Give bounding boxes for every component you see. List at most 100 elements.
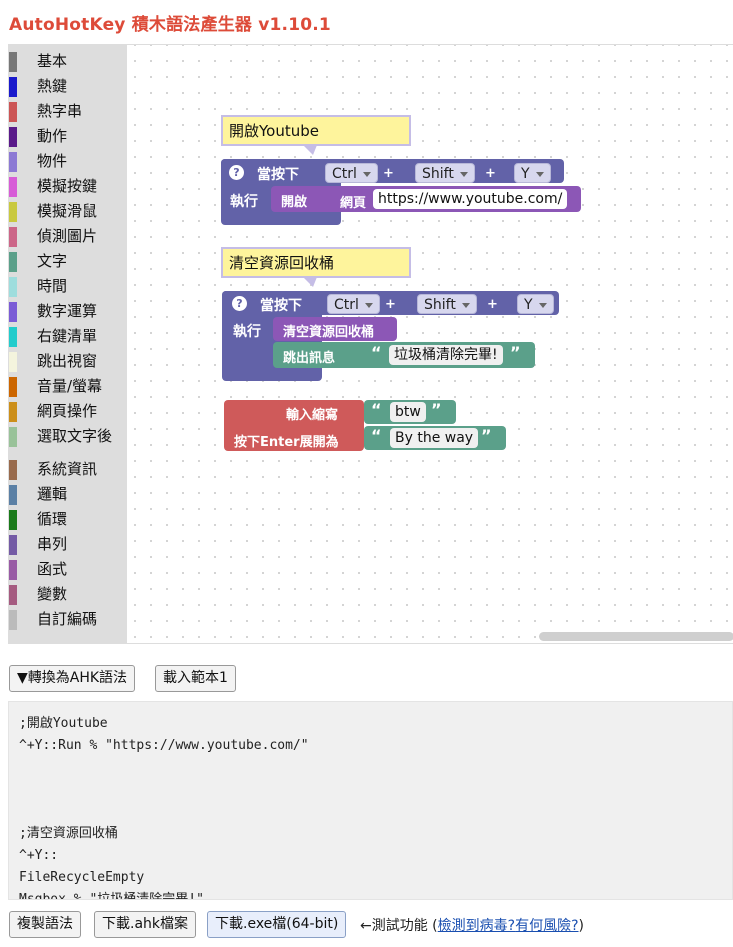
message-text-field[interactable]: 垃圾桶清除完畢! <box>389 345 503 365</box>
url-field[interactable]: https://www.youtube.com/ <box>373 189 568 209</box>
expand-label: 按下Enter展開為 <box>234 435 339 450</box>
category-color-swatch <box>9 177 17 197</box>
plus-sign: + <box>487 297 498 312</box>
empty-recycle-bin-label: 清空資源回收桶 <box>283 325 375 340</box>
abbreviation-field[interactable]: btw <box>390 402 426 422</box>
toolbox-category[interactable]: 變數 <box>9 582 127 607</box>
comment-bubble-youtube[interactable]: 開啟Youtube <box>221 115 411 155</box>
expansion-field[interactable]: By the way <box>390 428 479 448</box>
close-quote: ” <box>510 343 521 362</box>
toolbox-category-label: 網頁操作 <box>37 402 98 420</box>
category-color-swatch <box>9 227 17 247</box>
toolbox-category-label: 物件 <box>37 152 68 170</box>
toolbox-category-label: 自訂編碼 <box>37 610 98 628</box>
toolbox-category[interactable]: 動作 <box>9 124 127 149</box>
message-label: 跳出訊息 <box>283 351 336 366</box>
toolbox-category[interactable]: 串列 <box>9 532 127 557</box>
toolbox-category[interactable]: 選取文字後 <box>9 424 127 449</box>
category-color-swatch <box>9 427 17 447</box>
virus-detected-link[interactable]: 檢測到病毒? <box>438 918 515 934</box>
toolbox-category-label: 音量/螢幕 <box>37 377 103 395</box>
toolbox-category[interactable]: 物件 <box>9 149 127 174</box>
category-color-swatch <box>9 377 17 397</box>
category-color-swatch <box>9 52 17 72</box>
category-color-swatch <box>9 152 17 172</box>
copy-syntax-button[interactable]: 複製語法 <box>9 911 81 938</box>
category-color-swatch <box>9 402 17 422</box>
hotkey-label: 當按下 <box>257 167 299 183</box>
toolbox-category[interactable]: 模擬按鍵 <box>9 174 127 199</box>
hotkey-label: 當按下 <box>260 298 302 314</box>
category-color-swatch <box>9 535 17 555</box>
open-quote: “ <box>371 426 382 445</box>
key-dropdown-y[interactable]: Y <box>514 163 551 183</box>
execute-label: 執行 <box>230 194 258 210</box>
modifier-dropdown-shift[interactable]: Shift <box>417 294 477 314</box>
category-color-swatch <box>9 510 17 530</box>
modifier-dropdown-ctrl[interactable]: Ctrl <box>325 163 378 183</box>
key-dropdown-y[interactable]: Y <box>517 294 554 314</box>
toolbox-category[interactable]: 自訂編碼 <box>9 607 127 632</box>
toolbox-category[interactable]: 偵測圖片 <box>9 224 127 249</box>
toolbox-category-label: 動作 <box>37 127 68 145</box>
risk-link[interactable]: 有何風險? <box>515 918 578 934</box>
toolbox-category[interactable]: 基本 <box>9 49 127 74</box>
toolbox-category-label: 熱字串 <box>37 102 83 120</box>
category-color-swatch <box>9 102 17 122</box>
modifier-dropdown-ctrl[interactable]: Ctrl <box>327 294 380 314</box>
toolbox-category-label: 循環 <box>37 510 68 528</box>
download-ahk-button[interactable]: 下載.ahk檔案 <box>94 911 197 938</box>
help-icon[interactable]: ? <box>232 296 247 311</box>
toolbox-category-label: 時間 <box>37 277 68 295</box>
toolbox-category-label: 變數 <box>37 585 68 603</box>
category-color-swatch <box>9 302 17 322</box>
category-color-swatch <box>9 485 17 505</box>
convert-to-ahk-button[interactable]: ▼轉換為AHK語法 <box>9 665 136 692</box>
code-output[interactable]: ;開啟Youtube ^+Y::Run % "https://www.youtu… <box>8 701 733 900</box>
toolbox-category[interactable]: 數字運算 <box>9 299 127 324</box>
toolbox-category[interactable]: 模擬滑鼠 <box>9 199 127 224</box>
open-quote: “ <box>371 400 382 419</box>
toolbox-category[interactable]: 文字 <box>9 249 127 274</box>
note-prefix: ←測試功能 ( <box>360 918 438 934</box>
load-example-button[interactable]: 載入範本1 <box>155 665 236 692</box>
download-exe-button[interactable]: 下載.exe檔(64-bit) <box>207 911 347 938</box>
toolbox-category-label: 跳出視窗 <box>37 352 98 370</box>
toolbox-category[interactable]: 邏輯 <box>9 482 127 507</box>
category-color-swatch <box>9 585 17 605</box>
category-color-swatch <box>9 460 17 480</box>
toolbox-category-label: 系統資訊 <box>37 460 98 478</box>
toolbox-category-label: 數字運算 <box>37 302 98 320</box>
toolbox-category-label: 模擬滑鼠 <box>37 202 98 220</box>
toolbox-category[interactable]: 網頁操作 <box>9 399 127 424</box>
category-color-swatch <box>9 327 17 347</box>
toolbox-category[interactable]: 時間 <box>9 274 127 299</box>
open-label: 開啟 <box>281 195 308 210</box>
toolbox-category[interactable]: 熱字串 <box>9 99 127 124</box>
test-feature-note: ←測試功能 (檢測到病毒?有何風險?) <box>360 915 584 935</box>
toolbox-category[interactable]: 系統資訊 <box>9 457 127 482</box>
app-title: AutoHotKey 積木語法產生器 v1.10.1 <box>9 15 331 35</box>
help-icon[interactable]: ? <box>229 165 244 180</box>
close-quote: ” <box>431 400 442 419</box>
category-color-swatch <box>9 352 17 372</box>
modifier-dropdown-shift[interactable]: Shift <box>415 163 475 183</box>
category-color-swatch <box>9 610 17 630</box>
toolbox-category-label: 函式 <box>37 560 68 578</box>
toolbox-category[interactable]: 音量/螢幕 <box>9 374 127 399</box>
toolbox-category[interactable]: 跳出視窗 <box>9 349 127 374</box>
toolbox-category-label: 右鍵清單 <box>37 327 98 345</box>
toolbox-category[interactable]: 循環 <box>9 507 127 532</box>
toolbox-category-label: 基本 <box>37 52 68 70</box>
blockly-workspace[interactable]: 基本熱鍵熱字串動作物件模擬按鍵模擬滑鼠偵測圖片文字時間數字運算右鍵清單跳出視窗音… <box>8 44 733 644</box>
category-color-swatch <box>9 560 17 580</box>
toolbox-category[interactable]: 右鍵清單 <box>9 324 127 349</box>
toolbox-category[interactable]: 熱鍵 <box>9 74 127 99</box>
plus-sign: + <box>385 297 396 312</box>
toolbox-category-label: 偵測圖片 <box>37 227 98 245</box>
toolbox-category[interactable]: 函式 <box>9 557 127 582</box>
toolbox-category-label: 模擬按鍵 <box>37 177 98 195</box>
comment-bubble-recycle[interactable]: 清空資源回收桶 <box>221 247 411 287</box>
horizontal-scrollbar[interactable] <box>539 632 733 641</box>
webpage-label: 網頁 <box>340 196 367 211</box>
